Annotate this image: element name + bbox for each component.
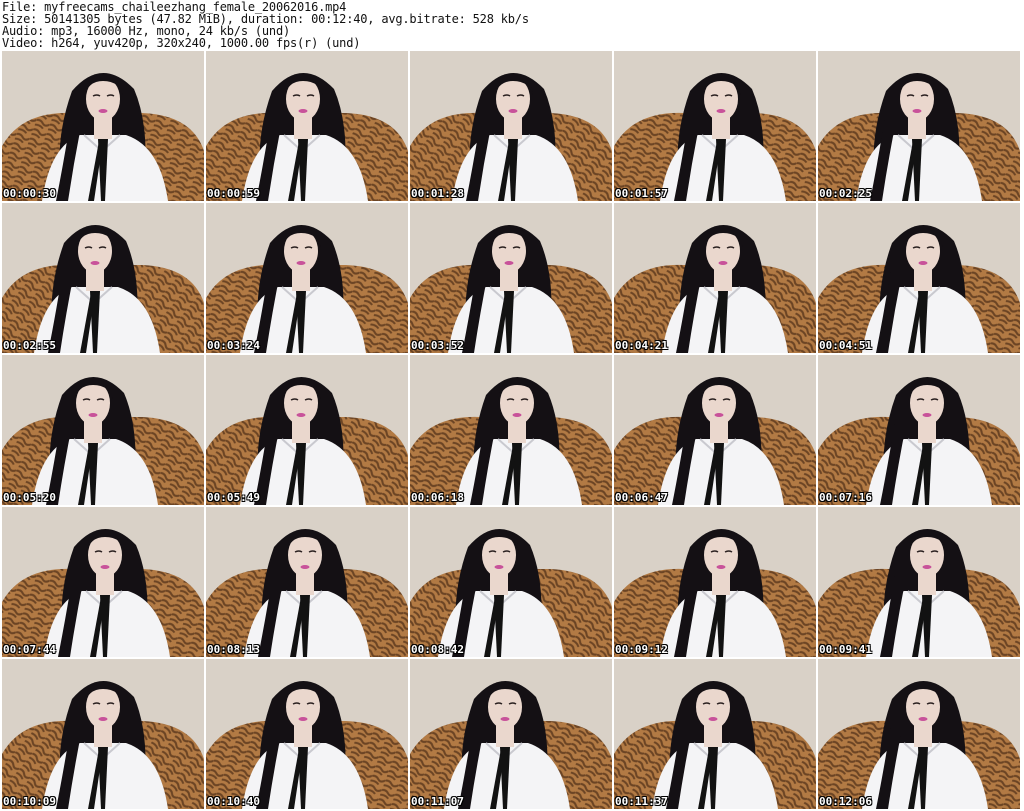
frame-image: [614, 355, 816, 505]
timestamp-label: 00:01:28: [411, 187, 464, 200]
frame-image: [818, 203, 1020, 353]
frame-image: [818, 659, 1020, 809]
video-thumbnail[interactable]: 00:06:47: [614, 355, 816, 505]
video-thumbnail[interactable]: 00:02:55: [2, 203, 204, 353]
timestamp-label: 00:04:51: [819, 339, 872, 352]
video-thumbnail[interactable]: 00:10:09: [2, 659, 204, 809]
frame-image: [206, 203, 408, 353]
timestamp-label: 00:02:55: [3, 339, 56, 352]
video-thumbnail[interactable]: 00:04:21: [614, 203, 816, 353]
video-thumbnail[interactable]: 00:03:52: [410, 203, 612, 353]
video-thumbnail[interactable]: 00:04:51: [818, 203, 1020, 353]
frame-image: [614, 659, 816, 809]
timestamp-label: 00:11:37: [615, 795, 668, 808]
timestamp-label: 00:09:12: [615, 643, 668, 656]
video-thumbnail[interactable]: 00:02:25: [818, 51, 1020, 201]
timestamp-label: 00:08:13: [207, 643, 260, 656]
timestamp-label: 00:11:07: [411, 795, 464, 808]
video-thumbnail[interactable]: 00:11:37: [614, 659, 816, 809]
video-thumbnail[interactable]: 00:11:07: [410, 659, 612, 809]
frame-image: [2, 659, 204, 809]
video-thumbnail[interactable]: 00:00:59: [206, 51, 408, 201]
frame-image: [410, 355, 612, 505]
frame-image: [614, 51, 816, 201]
timestamp-label: 00:07:16: [819, 491, 872, 504]
frame-image: [818, 355, 1020, 505]
timestamp-label: 00:03:52: [411, 339, 464, 352]
frame-image: [818, 507, 1020, 657]
timestamp-label: 00:02:25: [819, 187, 872, 200]
video-thumbnail[interactable]: 00:05:49: [206, 355, 408, 505]
frame-image: [206, 355, 408, 505]
video-thumbnail[interactable]: 00:03:24: [206, 203, 408, 353]
timestamp-label: 00:05:49: [207, 491, 260, 504]
video-info-line: Video: h264, yuv420p, 320x240, 1000.00 f…: [2, 36, 361, 50]
video-thumbnail[interactable]: 00:05:20: [2, 355, 204, 505]
thumbnail-grid: 00:00:30 00:00:59 00:01:28 00:01:57 00:0…: [2, 51, 1020, 809]
timestamp-label: 00:06:47: [615, 491, 668, 504]
video-thumbnail[interactable]: 00:12:06: [818, 659, 1020, 809]
timestamp-label: 00:00:59: [207, 187, 260, 200]
video-thumbnail[interactable]: 00:07:44: [2, 507, 204, 657]
frame-image: [410, 51, 612, 201]
frame-image: [206, 659, 408, 809]
frame-image: [818, 51, 1020, 201]
timestamp-label: 00:09:41: [819, 643, 872, 656]
video-thumbnail[interactable]: 00:07:16: [818, 355, 1020, 505]
frame-image: [2, 355, 204, 505]
frame-image: [206, 507, 408, 657]
frame-image: [614, 507, 816, 657]
timestamp-label: 00:08:42: [411, 643, 464, 656]
video-thumbnail[interactable]: 00:06:18: [410, 355, 612, 505]
frame-image: [2, 51, 204, 201]
file-info-header: File: myfreecams_chaileezhang_female_200…: [0, 0, 1024, 50]
frame-image: [206, 51, 408, 201]
frame-image: [410, 659, 612, 809]
frame-image: [2, 507, 204, 657]
video-thumbnail[interactable]: 00:08:13: [206, 507, 408, 657]
frame-image: [410, 203, 612, 353]
timestamp-label: 00:04:21: [615, 339, 668, 352]
video-thumbnail[interactable]: 00:10:40: [206, 659, 408, 809]
video-thumbnail[interactable]: 00:09:41: [818, 507, 1020, 657]
timestamp-label: 00:10:09: [3, 795, 56, 808]
video-thumbnail[interactable]: 00:00:30: [2, 51, 204, 201]
timestamp-label: 00:12:06: [819, 795, 872, 808]
frame-image: [614, 203, 816, 353]
timestamp-label: 00:03:24: [207, 339, 260, 352]
video-thumbnail[interactable]: 00:01:57: [614, 51, 816, 201]
video-thumbnail[interactable]: 00:01:28: [410, 51, 612, 201]
timestamp-label: 00:10:40: [207, 795, 260, 808]
frame-image: [2, 203, 204, 353]
timestamp-label: 00:05:20: [3, 491, 56, 504]
video-thumbnail[interactable]: 00:08:42: [410, 507, 612, 657]
frame-image: [410, 507, 612, 657]
timestamp-label: 00:06:18: [411, 491, 464, 504]
timestamp-label: 00:07:44: [3, 643, 56, 656]
timestamp-label: 00:01:57: [615, 187, 668, 200]
timestamp-label: 00:00:30: [3, 187, 56, 200]
video-thumbnail[interactable]: 00:09:12: [614, 507, 816, 657]
